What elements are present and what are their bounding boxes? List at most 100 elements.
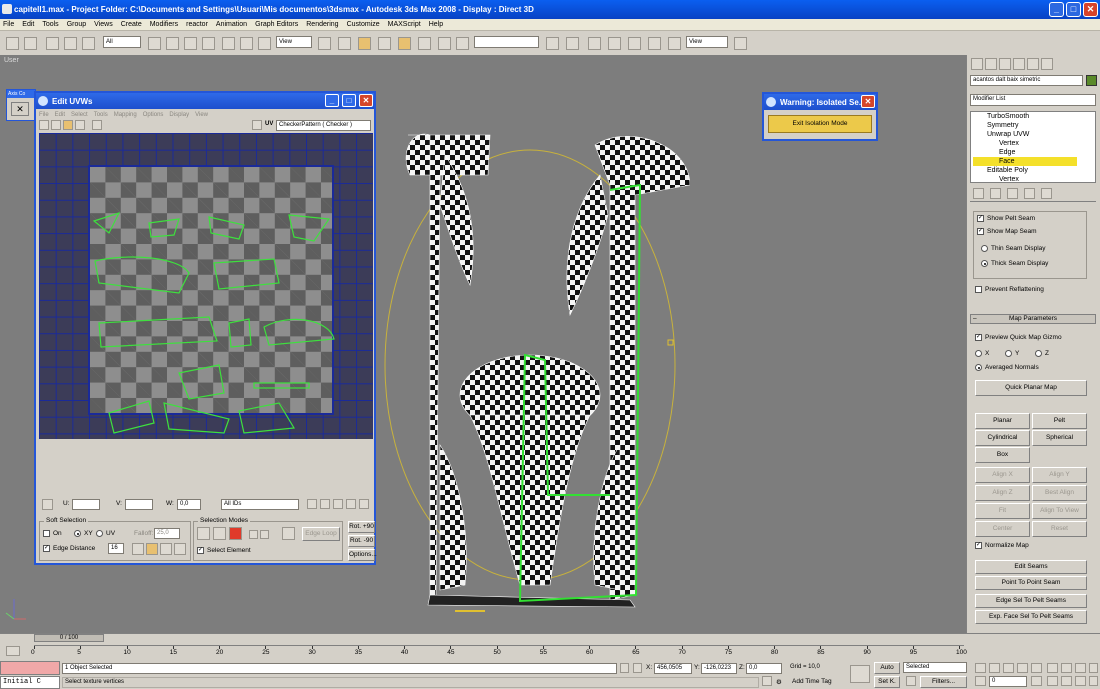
best-align-button[interactable]: Best Align: [1032, 485, 1087, 501]
zoom-region-icon[interactable]: [333, 499, 343, 509]
soft-xy-radio[interactable]: XY: [74, 530, 93, 537]
menu-item-file[interactable]: File: [3, 21, 14, 28]
shrink-selection-icon[interactable]: [260, 530, 269, 539]
quick-render-icon[interactable]: [734, 37, 747, 50]
soft-on-checkbox[interactable]: On: [43, 530, 62, 537]
menu-item-create[interactable]: Create: [121, 21, 142, 28]
thick-seam-radio[interactable]: Thick Seam Display: [981, 260, 1048, 267]
menu-item-edit[interactable]: Edit: [22, 21, 34, 28]
show-pelt-seam-checkbox[interactable]: ✓ Show Pelt Seam: [977, 215, 1035, 222]
exp-face-sel-to-pelt-seams-button[interactable]: Exp. Face Sel To Pelt Seams: [975, 610, 1087, 624]
schematic-view-icon[interactable]: [628, 37, 641, 50]
modifier-list-dropdown[interactable]: Modifier List: [970, 94, 1096, 106]
maxscript-listener[interactable]: [0, 661, 60, 675]
zoom-extents-icon[interactable]: [346, 499, 356, 509]
reference-coordinate-dropdown[interactable]: View: [276, 36, 312, 48]
material-editor-icon[interactable]: [648, 37, 661, 50]
edge-sel-to-pelt-seams-button[interactable]: Edge Sel To Pelt Seams: [975, 594, 1087, 608]
zoom-extents-selected-icon[interactable]: [1089, 663, 1098, 673]
absolute-mode-icon[interactable]: [633, 663, 642, 673]
mirror-icon[interactable]: [546, 37, 559, 50]
stack-item[interactable]: Edge: [973, 148, 1077, 157]
exit-isolation-mode-button[interactable]: Exit Isolation Mode: [768, 115, 872, 133]
field-of-view-icon[interactable]: [1047, 676, 1058, 686]
add-time-tag-label[interactable]: Add Time Tag: [792, 678, 832, 685]
preview-quick-map-gizmo-checkbox[interactable]: ✓ Preview Quick Map Gizmo: [975, 334, 1062, 341]
play-icon[interactable]: [1003, 663, 1014, 673]
make-unique-icon[interactable]: [1007, 188, 1018, 199]
fit-button[interactable]: Fit: [975, 503, 1030, 519]
angle-snap-icon[interactable]: [378, 37, 391, 50]
goto-start-icon[interactable]: [975, 663, 986, 673]
stack-item[interactable]: Unwrap UVW: [973, 130, 1077, 139]
align-icon[interactable]: [566, 37, 579, 50]
zoom-all-icon[interactable]: [1061, 663, 1072, 673]
window-crossing-icon[interactable]: [202, 37, 215, 50]
grow-selection-icon[interactable]: [249, 530, 258, 539]
hierarchy-tab-icon[interactable]: [999, 58, 1011, 70]
normalize-map-checkbox[interactable]: ✓ Normalize Map: [975, 542, 1029, 549]
object-color-swatch[interactable]: [1086, 75, 1097, 86]
time-slider[interactable]: 0 / 100: [34, 634, 104, 642]
map-parameters-rollout[interactable]: – Map Parameters: [970, 314, 1096, 324]
ids-dropdown[interactable]: All IDs: [221, 499, 299, 510]
stack-item[interactable]: Editable Poly: [973, 166, 1077, 175]
zoom-extents-all-icon[interactable]: [1075, 663, 1086, 673]
z-coord-field[interactable]: 0,0: [746, 663, 782, 674]
utilities-tab-icon[interactable]: [1041, 58, 1053, 70]
move-icon[interactable]: [222, 37, 235, 50]
falloff-field[interactable]: 25,0: [154, 528, 180, 539]
undo-icon[interactable]: [6, 37, 19, 50]
redo-icon[interactable]: [24, 37, 37, 50]
uv-move-icon[interactable]: [39, 120, 49, 130]
align-y-button[interactable]: Align Y: [1032, 467, 1087, 483]
y-coord-field[interactable]: -126,0223: [701, 663, 737, 674]
lock-selection-icon[interactable]: [620, 663, 629, 673]
falloff-smooth-icon[interactable]: [132, 543, 144, 555]
prevent-reflattening-checkbox[interactable]: Prevent Reflattening: [975, 286, 1044, 293]
uv-canvas[interactable]: [39, 133, 373, 439]
add-time-tag-icon[interactable]: [762, 676, 772, 686]
named-selection-sets-dropdown[interactable]: [474, 36, 539, 48]
menu-item-views[interactable]: Views: [94, 21, 113, 28]
spherical-button[interactable]: Spherical: [1032, 430, 1087, 446]
model-render[interactable]: [370, 115, 690, 635]
align-x-button[interactable]: Align X: [975, 467, 1030, 483]
menu-item-customize[interactable]: Customize: [347, 21, 380, 28]
stack-item[interactable]: Vertex: [973, 175, 1077, 182]
uv-scale-icon[interactable]: [63, 120, 73, 130]
edge-distance-checkbox[interactable]: ✓ Edge Distance: [43, 545, 95, 552]
pan-view-icon[interactable]: [1061, 676, 1072, 686]
averaged-normals-radio[interactable]: Averaged Normals: [975, 364, 1039, 371]
uv-menu-file[interactable]: File: [39, 112, 49, 118]
u-field[interactable]: [72, 499, 100, 510]
menu-item-modifiers[interactable]: Modifiers: [150, 21, 178, 28]
soft-uv-radio[interactable]: UV: [96, 530, 115, 537]
align-z-button[interactable]: Align Z: [975, 485, 1030, 501]
curve-editor-icon[interactable]: [608, 37, 621, 50]
menu-item-rendering[interactable]: Rendering: [306, 21, 338, 28]
uv-menu-view[interactable]: View: [195, 112, 208, 118]
filter-selected-icon[interactable]: [359, 499, 369, 509]
maximize-button[interactable]: □: [1066, 2, 1081, 17]
next-frame-icon[interactable]: [1017, 663, 1028, 673]
v-field[interactable]: [125, 499, 153, 510]
maximize-viewport-icon[interactable]: [1089, 676, 1098, 686]
w-field[interactable]: 0,0: [177, 499, 201, 510]
unlink-icon[interactable]: [64, 37, 77, 50]
uv-menu-select[interactable]: Select: [71, 112, 88, 118]
menu-item-animation[interactable]: Animation: [216, 21, 247, 28]
uv-menu-options[interactable]: Options: [143, 112, 164, 118]
edit-seams-button[interactable]: Edit Seams: [975, 560, 1087, 574]
uv-islands[interactable]: [39, 133, 373, 439]
show-map-seam-checkbox[interactable]: ✓ Show Map Seam: [977, 228, 1037, 235]
motion-tab-icon[interactable]: [1013, 58, 1025, 70]
uv-menu-mapping[interactable]: Mapping: [114, 112, 137, 118]
time-configuration-icon[interactable]: [1031, 676, 1042, 686]
set-key-icon[interactable]: [850, 665, 870, 683]
uv-menu-tools[interactable]: Tools: [94, 112, 108, 118]
pan-icon[interactable]: [307, 499, 317, 509]
timeline-ruler[interactable]: 0 5 10 15 20 25 30 35 40 45 50 55 60 65 70 75 80 85 90 95 10…: [31, 645, 967, 656]
uv-rotate-icon[interactable]: [51, 120, 61, 130]
axis-z-radio[interactable]: Z: [1035, 350, 1049, 357]
